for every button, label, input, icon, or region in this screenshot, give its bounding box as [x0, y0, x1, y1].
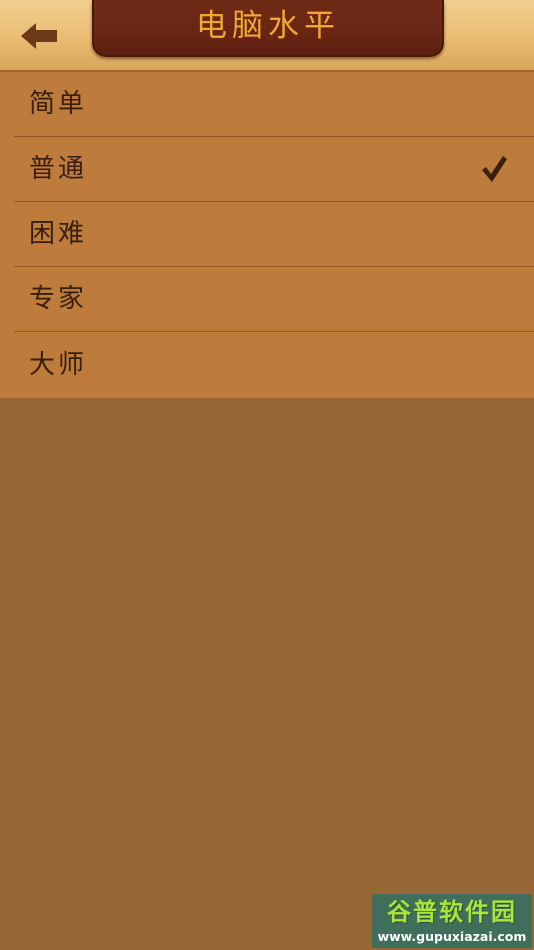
top-bar: 电脑水平 — [0, 0, 534, 74]
title-plaque: 电脑水平 — [92, 0, 444, 57]
watermark-url: www.gupuxiazai.com — [377, 929, 527, 944]
arrow-left-icon — [21, 23, 57, 49]
checkmark-icon — [482, 156, 507, 182]
watermark-title: 谷普软件园 — [387, 898, 517, 926]
option-hard[interactable]: 困难 — [14, 202, 534, 267]
page-title: 电脑水平 — [196, 8, 340, 44]
back-button[interactable] — [14, 16, 64, 56]
option-normal[interactable]: 普通 — [14, 137, 534, 202]
option-expert[interactable]: 专家 — [14, 267, 534, 332]
option-label: 困难 — [29, 219, 88, 249]
option-label: 简单 — [29, 89, 88, 119]
watermark: 谷普软件园 www.gupuxiazai.com — [372, 894, 532, 948]
option-easy[interactable]: 简单 — [14, 72, 534, 137]
option-label: 普通 — [29, 154, 88, 184]
option-label: 专家 — [29, 284, 88, 314]
option-master[interactable]: 大师 — [14, 332, 534, 397]
difficulty-list: 简单 普通 困难 专家 大师 — [0, 72, 534, 398]
option-label: 大师 — [29, 349, 88, 380]
